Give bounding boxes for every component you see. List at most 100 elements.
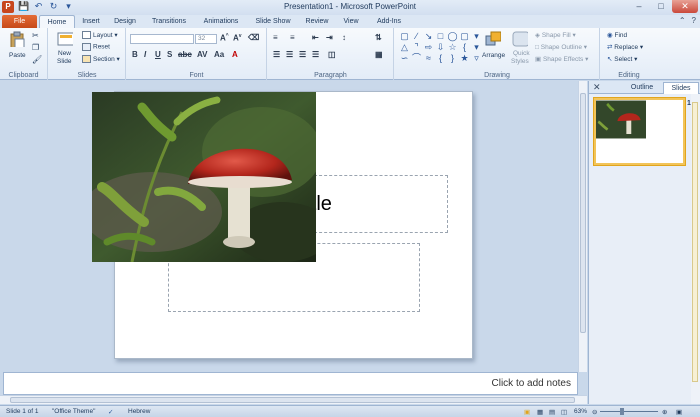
right-arrow-shape-icon[interactable]: ⇨ [423,42,434,52]
star5-shape-icon[interactable]: ★ [459,53,470,63]
change-case-icon[interactable]: Aa [214,50,224,59]
find-button[interactable]: ◉ Find [607,31,627,39]
tab-insert[interactable]: Insert [76,15,106,28]
close-pane-icon[interactable]: ✕ [593,82,601,93]
align-left-icon[interactable]: ☰ [273,50,280,59]
star-shape-icon[interactable]: ☆ [447,42,458,52]
numbering-icon[interactable]: ≡ [290,33,295,42]
line-shape-icon[interactable]: ∕ [411,31,422,41]
italic-icon[interactable]: I [144,50,146,59]
section-button[interactable]: Section ▾ [82,55,120,64]
right-brace-shape-icon[interactable]: } [447,53,458,63]
clear-format-icon[interactable]: ⌫ [248,33,259,42]
editor-vertical-scroll-thumb[interactable] [580,93,586,333]
tab-home[interactable]: Home [39,15,75,28]
zoom-slider[interactable] [600,411,658,412]
shape-effects-button[interactable]: ▣ Shape Effects ▾ [535,55,588,63]
smartart-icon[interactable]: ▦ [375,50,383,59]
rectangle-shape-icon[interactable]: □ [435,31,446,41]
decrease-indent-icon[interactable]: ⇤ [312,33,319,42]
tab-slides[interactable]: Slides [663,82,699,94]
shape-fill-button[interactable]: ◈ Shape Fill ▾ [535,31,576,39]
help-icon[interactable]: ? [692,16,696,25]
reading-view-icon[interactable]: ▤ [549,408,555,416]
tab-design[interactable]: Design [108,15,142,28]
new-slide-button[interactable]: New [58,50,71,57]
reset-button[interactable]: Reset [82,43,110,51]
new-slide-button-label[interactable]: Slide [57,58,71,65]
theme-name[interactable]: "Office Theme" [52,408,95,415]
curve-shape-icon[interactable]: ∽ [399,53,410,63]
format-painter-icon[interactable]: 🖌 [32,55,42,64]
shrink-font-icon[interactable]: Av [233,33,242,43]
brace-shape-icon[interactable]: { [459,42,470,52]
copy-icon[interactable]: ❐ [32,43,39,52]
grow-font-icon[interactable]: A^ [220,33,229,43]
notes-pane[interactable]: Click to add notes [3,372,578,395]
quick-styles-button[interactable]: Quick [513,50,530,57]
tab-transitions[interactable]: Transitions [144,15,194,28]
zoom-slider-handle[interactable] [620,408,624,415]
arrange-button[interactable]: Arrange [482,52,505,59]
triangle-shape-icon[interactable]: △ [399,42,410,52]
tab-view[interactable]: View [336,15,366,28]
zoom-level[interactable]: 63% [574,408,587,415]
quick-styles-icon[interactable] [512,31,528,47]
slide-canvas[interactable]: d title ubtitle [92,91,473,359]
arrow-shape-icon[interactable]: ↘ [423,31,434,41]
increase-indent-icon[interactable]: ⇥ [326,33,333,42]
cut-icon[interactable]: ✂ [32,31,39,40]
strikethrough-icon[interactable]: abc [178,50,192,59]
tab-outline[interactable]: Outline [623,82,661,94]
zoom-out-icon[interactable]: ⊖ [592,408,597,416]
minimize-button[interactable]: – [628,0,650,13]
mushroom-photo[interactable] [92,92,316,262]
bullets-icon[interactable]: ≡ [273,33,278,42]
replace-button[interactable]: ⇄ Replace ▾ [607,43,643,51]
paste-icon[interactable] [9,31,25,47]
textbox-shape-icon[interactable]: ▢ [399,31,410,41]
shadow-icon[interactable]: S [167,50,172,59]
editor-horizontal-scrollbar[interactable] [0,395,587,404]
underline-icon[interactable]: U [155,50,161,59]
pane-scroll-thumb[interactable] [692,102,698,382]
wave-shape-icon[interactable]: ≈ [423,53,434,63]
font-color-icon[interactable]: A [232,50,238,59]
editor-horizontal-scroll-thumb[interactable] [10,397,575,403]
pane-scrollbar[interactable] [691,94,700,404]
minimize-ribbon-icon[interactable]: ⌃ [679,16,686,25]
left-brace-shape-icon[interactable]: { [435,53,446,63]
tab-slide-show[interactable]: Slide Show [248,15,298,28]
rounded-rect-shape-icon[interactable]: ▢ [459,31,470,41]
bent-line-shape-icon[interactable]: ⌝ [411,42,422,52]
tab-animations[interactable]: Animations [196,15,246,28]
text-direction-icon[interactable]: ⇅ [375,33,382,42]
down-arrow-shape-icon[interactable]: ⇩ [435,42,446,52]
justify-icon[interactable]: ☰ [312,50,319,59]
close-button[interactable]: ✕ [672,0,698,13]
tab-review[interactable]: Review [300,15,334,28]
font-size-box[interactable]: 32 [195,34,217,44]
shape-outline-button[interactable]: □ Shape Outline ▾ [535,43,587,51]
slide-thumbnail[interactable] [594,98,685,165]
oval-shape-icon[interactable]: ◯ [447,31,458,41]
zoom-in-icon[interactable]: ⊕ [662,408,667,416]
select-button[interactable]: ↖ Select ▾ [607,55,637,63]
fit-to-window-icon[interactable]: ▣ [676,408,682,416]
shapes-gallery[interactable]: ▢ ∕ ↘ □ ◯ ▢ ▾ △ ⌝ ⇨ ⇩ ☆ { ▾ ∽ ⌒ ≈ { } ★ … [399,31,479,63]
scroll-down-shapes-icon[interactable]: ▾ [471,42,482,52]
character-spacing-icon[interactable]: AV [197,50,208,59]
layout-button[interactable]: Layout ▾ [82,31,118,40]
slide-sorter-icon[interactable]: ▦ [537,408,543,416]
font-name-box[interactable] [130,34,194,44]
more-shapes-icon[interactable]: ▾ [471,31,482,41]
line-spacing-icon[interactable]: ↕ [342,33,346,42]
language-indicator[interactable]: Hebrew [128,408,150,415]
editor-vertical-scrollbar[interactable] [578,81,587,372]
bold-icon[interactable]: B [132,50,138,59]
normal-view-icon[interactable]: ▣ [524,408,530,416]
new-slide-icon[interactable] [57,31,73,47]
maximize-button[interactable]: □ [650,0,672,13]
quick-styles-button-label[interactable]: Styles [511,58,529,65]
expand-shapes-icon[interactable]: ▿ [471,53,482,63]
